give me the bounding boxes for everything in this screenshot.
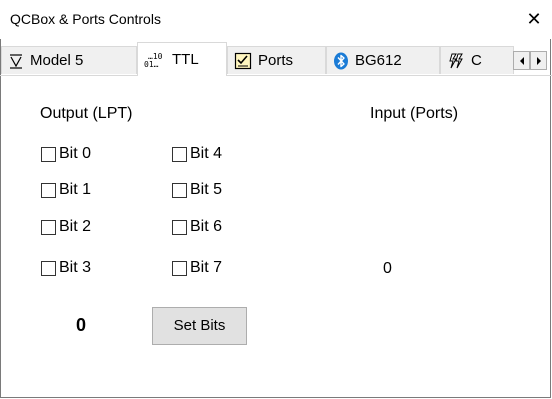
bit-7-checkbox[interactable]: Bit 7 <box>172 259 222 277</box>
checkbox-label: Bit 5 <box>190 181 223 198</box>
checkbox-label: Bit 3 <box>59 259 92 276</box>
checkbox-box[interactable] <box>41 219 56 235</box>
checkbox-box[interactable] <box>172 260 187 276</box>
input-heading: Input (Ports) <box>370 105 459 122</box>
output-value: 0 <box>76 315 87 335</box>
checkbox-label: Bit 0 <box>59 145 92 162</box>
checkbox-label: Bit 7 <box>190 259 223 276</box>
output-heading: Output (LPT) <box>40 105 133 122</box>
tab-label: TTL <box>172 51 199 68</box>
bit-1-checkbox[interactable]: Bit 1 <box>41 181 91 199</box>
close-icon[interactable]: ✕ <box>521 7 547 31</box>
checkbox-box[interactable] <box>172 146 187 162</box>
checkbox-box[interactable] <box>41 146 56 162</box>
bit-5-checkbox[interactable]: Bit 5 <box>172 181 222 199</box>
tab-label: Ports <box>258 52 294 69</box>
checkbox-box[interactable] <box>41 260 56 276</box>
bit-6-checkbox[interactable]: Bit 6 <box>172 218 222 236</box>
checkbox-label: Bit 1 <box>59 181 92 198</box>
ports-checklist-icon <box>234 52 252 70</box>
tab-divider <box>0 75 552 76</box>
checkbox-label: Bit 6 <box>190 218 223 235</box>
tab-label: Model 5 <box>30 52 84 69</box>
tab-scroll-left-button[interactable] <box>513 51 530 70</box>
tab-label: BG612 <box>355 52 402 69</box>
tab-model-5[interactable]: Model 5 <box>1 46 137 74</box>
input-value: 0 <box>383 260 392 277</box>
tab-c[interactable]: C <box>440 46 514 74</box>
checkbox-label: Bit 2 <box>59 218 92 235</box>
model-v-icon <box>8 53 24 69</box>
window-title: QCBox & Ports Controls <box>10 11 161 27</box>
bluetooth-icon <box>333 52 349 70</box>
lightning-icon <box>447 52 465 70</box>
set-bits-button[interactable]: Set Bits <box>152 307 247 345</box>
checkbox-box[interactable] <box>172 219 187 235</box>
tab-label: C <box>471 52 482 69</box>
tab-bg612[interactable]: BG612 <box>326 46 440 74</box>
bit-0-checkbox[interactable]: Bit 0 <box>41 145 91 163</box>
binary-icon: …10 01… <box>144 52 166 68</box>
title-bar: QCBox & Ports Controls ✕ <box>0 0 552 39</box>
bit-3-checkbox[interactable]: Bit 3 <box>41 259 91 277</box>
checkbox-box[interactable] <box>41 182 56 198</box>
tab-scroll-right-button[interactable] <box>530 51 547 70</box>
checkbox-label: Bit 4 <box>190 145 223 162</box>
bit-4-checkbox[interactable]: Bit 4 <box>172 145 222 163</box>
chevron-right-icon <box>537 57 541 65</box>
tab-ttl[interactable]: …10 01… TTL <box>137 42 227 76</box>
chevron-left-icon <box>520 57 524 65</box>
svg-text:01…: 01… <box>144 60 159 68</box>
tab-ports[interactable]: Ports <box>227 46 326 74</box>
bit-2-checkbox[interactable]: Bit 2 <box>41 218 91 236</box>
checkbox-box[interactable] <box>172 182 187 198</box>
